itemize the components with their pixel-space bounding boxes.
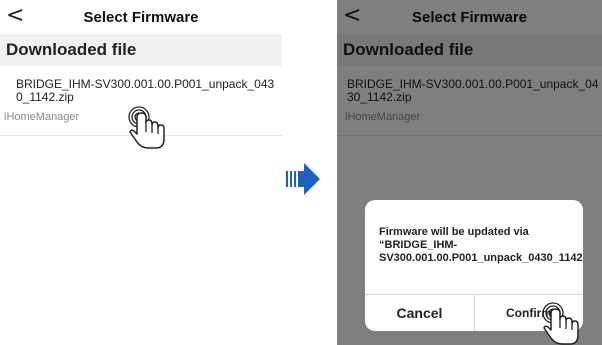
page-title: Select Firmware [83, 9, 199, 26]
tap-hand-icon [542, 302, 579, 345]
section-title: Downloaded file [6, 40, 137, 59]
dialog-message: Firmware will be updated via “BRIDGE_IHM… [379, 226, 583, 264]
navigation-bar: < Select Firmware [0, 0, 282, 34]
file-source-app: iHomeManager [4, 111, 80, 123]
cancel-button[interactable]: Cancel [365, 295, 474, 331]
right-arrow-icon [286, 163, 320, 195]
file-name: BRIDGE_IHM-SV300.001.00.P001_unpack_0430… [16, 77, 275, 104]
tap-hand-icon [128, 106, 165, 149]
phone-screen-before: < Select Firmware Downloaded file BRIDGE… [0, 0, 282, 345]
phone-screen-after: < Select Firmware Downloaded file BRIDGE… [337, 0, 602, 345]
section-header: Downloaded file [0, 34, 282, 66]
